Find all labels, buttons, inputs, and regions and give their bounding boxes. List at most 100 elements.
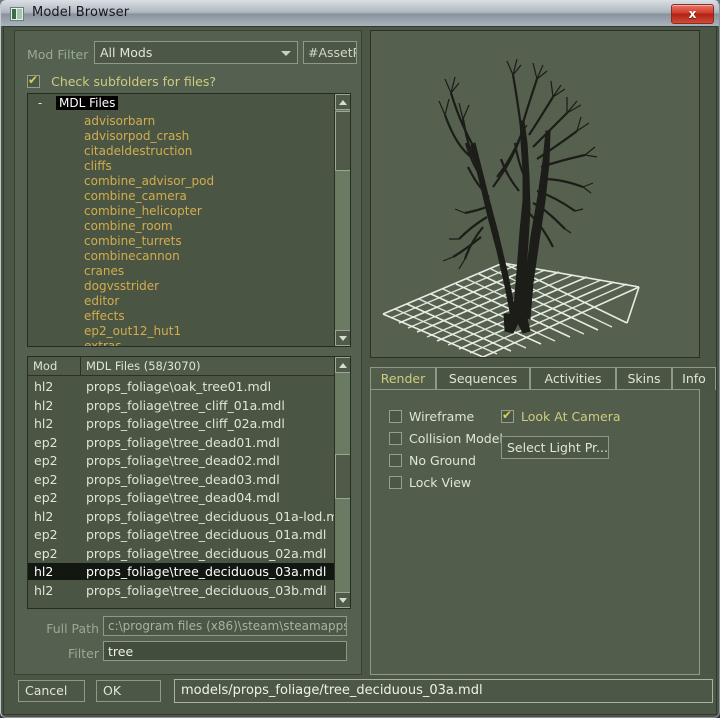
cell-filename: props_foliage\tree_cliff_01a.mdl xyxy=(86,397,285,413)
cell-mod: ep2 xyxy=(34,545,58,561)
chevron-down-icon xyxy=(281,51,291,56)
checkbox-icon xyxy=(27,73,40,88)
tab-render[interactable]: Render xyxy=(370,367,436,390)
cell-filename: props_foliage\tree_deciduous_03b.mdl xyxy=(86,582,327,598)
tree-scrollbar[interactable] xyxy=(334,94,350,346)
checkbox-icon xyxy=(389,476,402,489)
column-header-mod[interactable]: Mod xyxy=(28,357,81,375)
cell-mod: hl2 xyxy=(34,582,54,598)
client-inner: Mod Filter All Mods #AssetPi.. Check sub… xyxy=(3,26,717,715)
filter-label: Filter xyxy=(68,646,99,661)
table-row[interactable]: ep2 props_foliage\tree_dead04.mdl xyxy=(28,489,336,506)
asset-picker-button[interactable]: #AssetPi.. xyxy=(303,41,357,64)
full-path-field[interactable]: c:\program files (x86)\steam\steamapps\t… xyxy=(103,616,347,636)
checkbox-icon xyxy=(501,408,514,423)
mdl-file-table[interactable]: Mod MDL Files (58/3070) hl2 props_foliage… xyxy=(27,356,351,609)
column-header-files[interactable]: MDL Files (58/3070) xyxy=(81,357,336,375)
cell-mod: hl2 xyxy=(34,508,54,524)
tab-skins[interactable]: Skins xyxy=(616,367,672,390)
scroll-up-arrow-icon[interactable] xyxy=(335,94,350,110)
checkbox-icon xyxy=(389,410,402,423)
window-title: Model Browser xyxy=(32,5,130,20)
tree-item[interactable]: combine_room xyxy=(84,219,173,233)
table-row[interactable]: ep2 props_foliage\tree_deciduous_01a.mdl xyxy=(28,526,336,543)
mod-filter-label: Mod Filter xyxy=(27,47,89,62)
tree-item[interactable]: advisorbarn xyxy=(84,114,155,128)
tree-item[interactable]: advisorpod_crash xyxy=(84,129,189,143)
cell-mod: ep2 xyxy=(34,434,58,450)
scrollbar-thumb[interactable] xyxy=(335,454,350,499)
check-subfolders-checkbox[interactable]: Check subfolders for files? xyxy=(27,71,216,90)
model-viewport[interactable] xyxy=(370,30,700,358)
table-row[interactable]: ep2 props_foliage\tree_deciduous_02a.mdl xyxy=(28,545,336,562)
model-browser-window: Model Browser x Mod Filter All Mods #Ass… xyxy=(0,0,720,718)
cell-filename: props_foliage\tree_cliff_02a.mdl xyxy=(86,416,285,431)
table-row[interactable]: hl2 props_foliage\oak_tree01.mdl xyxy=(28,378,336,395)
tree-item[interactable]: cliffs xyxy=(84,159,112,173)
scroll-down-arrow-icon[interactable] xyxy=(335,330,350,346)
look-at-camera-checkbox[interactable]: Look At Camera xyxy=(501,406,621,425)
full-path-value: c:\program files (x86)\steam\steamapps\t… xyxy=(108,619,346,633)
checkbox-icon xyxy=(389,432,402,445)
check-subfolders-label: Check subfolders for files? xyxy=(51,74,217,89)
tree-item[interactable]: combine_helicopter xyxy=(84,204,202,218)
tree-item[interactable]: cranes xyxy=(84,264,124,278)
cell-mod: ep2 xyxy=(34,453,58,468)
tab-activities[interactable]: Activities xyxy=(530,367,616,390)
tab-info[interactable]: Info xyxy=(672,367,716,390)
cell-filename: props_foliage\tree_dead02.mdl xyxy=(86,453,280,468)
tree-item[interactable]: effects xyxy=(84,309,125,323)
tree-item[interactable]: combine_turrets xyxy=(84,234,182,248)
window-titlebar[interactable]: Model Browser x xyxy=(0,0,720,26)
cell-mod: hl2 xyxy=(34,397,54,413)
tree-item[interactable]: ep2_out12_hut1 xyxy=(84,324,181,338)
filter-input[interactable]: tree xyxy=(103,641,347,661)
select-light-preset-button[interactable]: Select Light Pr... xyxy=(501,436,609,459)
checkbox-icon xyxy=(389,454,402,467)
close-icon[interactable]: x xyxy=(671,4,714,24)
selected-model-path-input[interactable]: models/props_foliage/tree_deciduous_03a.… xyxy=(174,679,713,703)
table-row[interactable]: hl2 props_foliage\tree_cliff_01a.mdl xyxy=(28,397,336,414)
table-row[interactable]: ep2 props_foliage\tree_dead03.mdl xyxy=(28,471,336,488)
tree-item[interactable]: extras xyxy=(84,339,122,346)
tab-sequences[interactable]: Sequences xyxy=(436,367,530,390)
tree-expander-icon[interactable]: - xyxy=(32,96,48,110)
table-row[interactable]: hl2 props_foliage\tree_deciduous_01a-lod.… xyxy=(28,508,350,525)
option-collision-model-checkbox[interactable]: Collision Model xyxy=(389,428,503,447)
render-tabstrip: Render Sequences Activities Skins Info xyxy=(370,367,716,390)
tree-item[interactable]: dogvsstrider xyxy=(84,279,159,293)
ok-button[interactable]: OK xyxy=(96,680,161,702)
file-table-scrollbar[interactable] xyxy=(334,357,350,608)
cell-filename: props_foliage\tree_deciduous_01a-lod.mdl xyxy=(86,508,350,524)
render-tab-page: Wireframe Collision Model No Ground Lock Vi… xyxy=(370,389,700,675)
tree-item[interactable]: editor xyxy=(84,294,119,308)
tree-item[interactable]: combine_camera xyxy=(84,189,187,203)
tree-item[interactable]: citadeldestruction xyxy=(84,144,192,158)
cell-mod: ep2 xyxy=(34,527,58,542)
tree-item[interactable]: combine_advisor_pod xyxy=(84,174,214,188)
cell-filename: props_foliage\oak_tree01.mdl xyxy=(86,379,272,394)
table-row[interactable]: hl2 props_foliage\tree_cliff_02a.mdl xyxy=(28,415,336,432)
cell-filename: props_foliage\tree_deciduous_03a.mdl xyxy=(86,564,327,579)
tree-root-node[interactable]: - MDL Files xyxy=(32,96,119,110)
tree-root-label: MDL Files xyxy=(56,96,119,110)
option-label: Lock View xyxy=(409,475,472,490)
scroll-down-arrow-icon[interactable] xyxy=(335,592,350,608)
scrollbar-thumb[interactable] xyxy=(335,111,350,171)
render-properties-panel: Render Sequences Activities Skins Info Wiref… xyxy=(370,367,716,675)
tree-item[interactable]: combinecannon xyxy=(84,249,180,263)
option-lock-view-checkbox[interactable]: Lock View xyxy=(389,472,471,491)
table-row[interactable]: ep2 props_foliage\tree_dead01.mdl xyxy=(28,434,336,451)
table-row[interactable]: ep2 props_foliage\tree_dead02.mdl xyxy=(28,452,336,469)
selected-model-path-value: models/props_foliage/tree_deciduous_03a.… xyxy=(181,683,483,698)
mod-filter-dropdown[interactable]: All Mods xyxy=(94,41,298,64)
mdl-tree-list[interactable]: - MDL Files advisorbarn advisorpod_crash ci… xyxy=(27,93,351,347)
cell-filename: props_foliage\tree_dead01.mdl xyxy=(86,434,280,450)
table-row[interactable]: hl2 props_foliage\tree_deciduous_03a.mdl xyxy=(28,563,336,580)
scroll-up-arrow-icon[interactable] xyxy=(335,357,350,373)
option-no-ground-checkbox[interactable]: No Ground xyxy=(389,450,476,469)
cancel-button[interactable]: Cancel xyxy=(18,680,85,702)
table-row[interactable]: hl2 props_foliage\tree_deciduous_03b.mdl xyxy=(28,582,336,599)
window-client-area: Mod Filter All Mods #AssetPi.. Check sub… xyxy=(0,26,720,718)
option-wireframe-checkbox[interactable]: Wireframe xyxy=(389,406,474,425)
